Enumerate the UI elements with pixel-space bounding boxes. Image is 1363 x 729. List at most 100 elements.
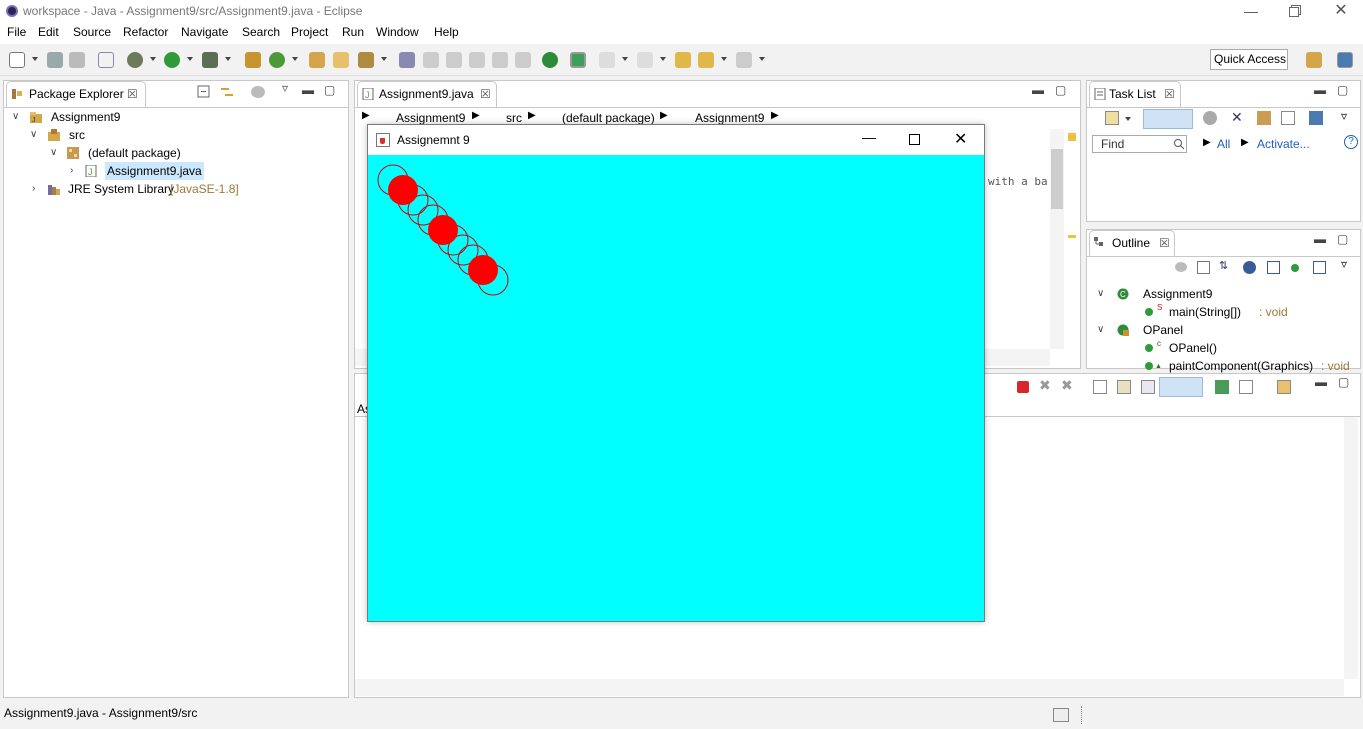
menu-search[interactable]: Search bbox=[242, 25, 280, 39]
swing-minimize-button[interactable]: — bbox=[862, 129, 876, 145]
new-package-icon[interactable] bbox=[245, 52, 261, 68]
green-dot-icon[interactable] bbox=[542, 52, 558, 68]
debug-icon[interactable] bbox=[127, 52, 143, 68]
remove-launch-icon[interactable]: ✖ bbox=[1039, 377, 1051, 394]
hide-nonpublic-icon[interactable] bbox=[1291, 264, 1299, 272]
maximize-icon[interactable]: ▢ bbox=[1055, 83, 1066, 97]
back-icon[interactable] bbox=[698, 52, 714, 68]
horizontal-scrollbar[interactable] bbox=[355, 679, 1344, 696]
quick-access-input[interactable]: Quick Access bbox=[1210, 49, 1288, 70]
open-type-icon[interactable] bbox=[309, 52, 325, 68]
restore-window-button[interactable] bbox=[1272, 0, 1318, 22]
categorize-toggle[interactable] bbox=[1143, 109, 1193, 129]
menu-project[interactable]: Project bbox=[291, 25, 328, 39]
maximize-icon[interactable]: ▢ bbox=[324, 83, 335, 97]
skip-breakpoints-icon[interactable] bbox=[98, 52, 114, 68]
close-window-button[interactable]: ✕ bbox=[1318, 0, 1363, 22]
minimize-window-button[interactable]: — bbox=[1228, 0, 1274, 22]
collapse-all-icon[interactable] bbox=[197, 85, 211, 99]
whitespace-icon[interactable] bbox=[492, 52, 508, 68]
minimize-icon[interactable]: ▬ bbox=[1314, 83, 1326, 97]
vertical-scrollbar[interactable] bbox=[1050, 129, 1064, 349]
hide-fields-icon[interactable] bbox=[1243, 261, 1256, 274]
minimize-icon[interactable]: ▬ bbox=[1315, 375, 1327, 389]
focus-icon[interactable] bbox=[1175, 262, 1187, 272]
clear-console-icon[interactable] bbox=[1093, 380, 1107, 394]
close-icon[interactable]: ☒ bbox=[1159, 231, 1170, 255]
find-input[interactable]: Find bbox=[1092, 135, 1187, 153]
maximize-icon[interactable]: ▢ bbox=[1337, 83, 1348, 97]
menu-navigate[interactable]: Navigate bbox=[181, 25, 228, 39]
synchronize-icon[interactable] bbox=[1257, 111, 1271, 125]
run-external-icon[interactable] bbox=[202, 52, 218, 68]
minimize-icon[interactable]: ▬ bbox=[302, 83, 314, 97]
prev-annotation-icon[interactable] bbox=[637, 52, 653, 68]
close-icon[interactable]: ☒ bbox=[127, 82, 138, 106]
tab-assignment9-java[interactable]: J Assignment9.java ☒ bbox=[357, 81, 497, 107]
open-perspective-icon[interactable] bbox=[1306, 52, 1322, 68]
tab-outline[interactable]: Outline ☒ bbox=[1089, 230, 1175, 256]
java-perspective-icon[interactable] bbox=[1337, 52, 1353, 68]
new-task-icon[interactable] bbox=[1105, 111, 1119, 125]
sort-icon[interactable]: ⇅ bbox=[1219, 259, 1228, 272]
view-menu-icon[interactable]: ▿ bbox=[1341, 257, 1347, 271]
maximize-icon[interactable]: ▢ bbox=[1337, 232, 1348, 246]
toggle-word-icon[interactable] bbox=[446, 52, 462, 68]
menu-edit[interactable]: Edit bbox=[38, 25, 59, 39]
last-edit-icon[interactable] bbox=[675, 52, 691, 68]
minimize-icon[interactable]: ▬ bbox=[1314, 232, 1326, 246]
block-select-icon[interactable] bbox=[469, 52, 485, 68]
new-class-icon[interactable] bbox=[269, 52, 285, 68]
maximize-icon[interactable]: ▢ bbox=[1338, 375, 1349, 389]
run-icon[interactable] bbox=[164, 52, 180, 68]
help-icon[interactable]: ? bbox=[1344, 135, 1358, 149]
annotation-icon[interactable] bbox=[423, 52, 439, 68]
menu-source[interactable]: Source bbox=[73, 25, 111, 39]
forward-icon[interactable] bbox=[736, 52, 752, 68]
tab-package-explorer[interactable]: Package Explorer ☒ bbox=[6, 81, 146, 107]
all-link[interactable]: All bbox=[1217, 137, 1230, 151]
swing-close-button[interactable]: ✕ bbox=[954, 129, 967, 149]
tab-task-list[interactable]: Task List ☒ bbox=[1089, 81, 1181, 107]
breadcrumb-package[interactable]: (default package) bbox=[562, 111, 655, 125]
sync-icon[interactable] bbox=[1309, 111, 1323, 125]
collapse-all-icon[interactable] bbox=[1197, 261, 1210, 274]
hide-static-icon[interactable] bbox=[1267, 261, 1280, 274]
terminal-icon[interactable] bbox=[570, 52, 586, 68]
terminate-icon[interactable] bbox=[1017, 381, 1029, 393]
breadcrumb-src[interactable]: src bbox=[506, 111, 522, 125]
display-console-icon[interactable] bbox=[1239, 380, 1253, 394]
link-with-editor-icon[interactable] bbox=[219, 85, 235, 99]
close-icon[interactable]: ☒ bbox=[480, 82, 491, 106]
word-wrap-icon[interactable] bbox=[1141, 380, 1155, 394]
minimize-icon[interactable]: ▬ bbox=[1032, 83, 1044, 97]
pin-console-icon[interactable] bbox=[1215, 380, 1229, 394]
breadcrumb-project[interactable]: Assignment9 bbox=[396, 111, 465, 125]
scroll-lock-icon[interactable] bbox=[1117, 380, 1131, 394]
menu-file[interactable]: File bbox=[7, 25, 26, 39]
new-icon[interactable] bbox=[9, 52, 25, 68]
collapse-all-icon[interactable] bbox=[1281, 111, 1295, 125]
remove-all-icon[interactable]: ✖ bbox=[1061, 377, 1073, 394]
menu-run[interactable]: Run bbox=[342, 25, 364, 39]
open-folder-icon[interactable] bbox=[333, 52, 349, 68]
swing-maximize-button[interactable] bbox=[909, 134, 920, 145]
next-annotation-icon[interactable] bbox=[599, 52, 615, 68]
show-console-toggle[interactable] bbox=[1159, 377, 1203, 397]
search-icon[interactable] bbox=[358, 52, 374, 68]
menu-window[interactable]: Window bbox=[376, 25, 419, 39]
toggle-mark-icon[interactable] bbox=[399, 52, 415, 68]
menu-refactor[interactable]: Refactor bbox=[123, 25, 168, 39]
save-icon[interactable] bbox=[47, 52, 63, 68]
vertical-scrollbar[interactable] bbox=[1344, 417, 1358, 679]
view-menu-icon[interactable]: ▿ bbox=[1341, 109, 1347, 123]
save-all-icon[interactable] bbox=[69, 52, 85, 68]
close-icon[interactable]: ☒ bbox=[1164, 82, 1175, 106]
breadcrumb-class[interactable]: Assignment9 bbox=[695, 111, 764, 125]
scrollbar-thumb[interactable] bbox=[1051, 149, 1063, 209]
focus-icon[interactable] bbox=[1203, 111, 1217, 125]
view-menu-icon[interactable]: ▿ bbox=[282, 81, 288, 95]
activate-link[interactable]: Activate... bbox=[1257, 137, 1310, 151]
focus-icon[interactable] bbox=[251, 86, 265, 98]
paragraph-icon[interactable] bbox=[515, 52, 531, 68]
